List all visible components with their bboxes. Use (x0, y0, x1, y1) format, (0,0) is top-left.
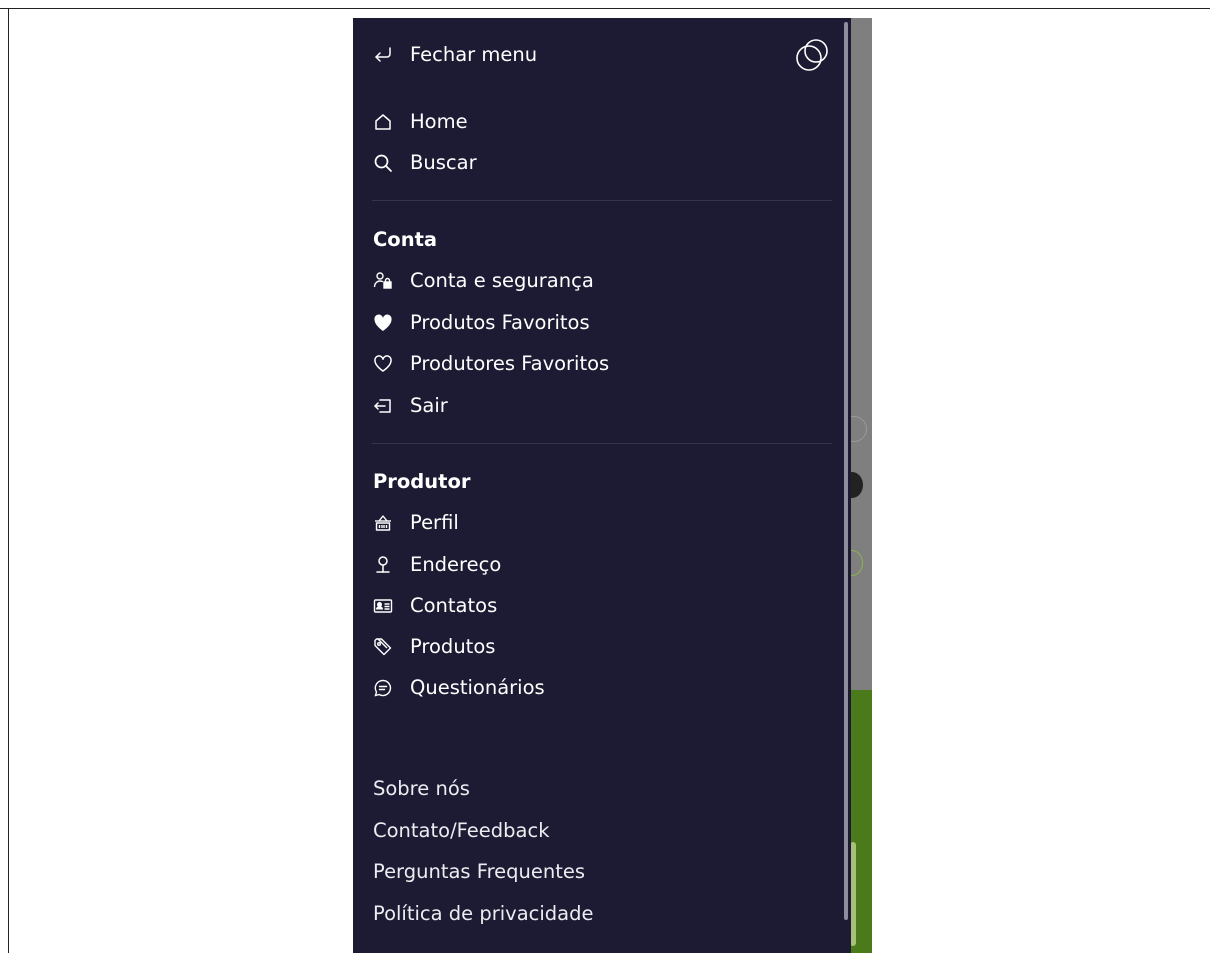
footer-link-contact-feedback[interactable]: Contato/Feedback (373, 816, 550, 846)
map-pin-icon (373, 555, 399, 575)
frame-top-border (0, 8, 1210, 9)
footer-link-about[interactable]: Sobre nós (373, 774, 470, 804)
nav-item-label: Buscar (410, 151, 477, 174)
basket-icon (373, 513, 399, 533)
menu-item-label: Perfil (410, 511, 459, 534)
menu-item-profile[interactable]: Perfil (373, 508, 459, 538)
section-title-account: Conta (373, 228, 438, 251)
menu-item-label: Conta e segurança (410, 269, 594, 292)
menu-item-address[interactable]: Endereço (373, 550, 501, 580)
menu-item-label: Produtos (410, 635, 496, 658)
nav-item-search[interactable]: Buscar (373, 148, 477, 178)
menu-item-products[interactable]: Produtos (373, 632, 495, 662)
logout-icon (373, 396, 399, 416)
menu-item-label: Endereço (410, 553, 502, 576)
footer-link-faq[interactable]: Perguntas Frequentes (373, 857, 585, 887)
nav-item-home[interactable]: Home (373, 107, 468, 137)
footer-link-privacy-policy[interactable]: Política de privacidade (373, 899, 593, 929)
menu-item-label: Produtores Favoritos (410, 352, 610, 375)
close-menu-button[interactable]: Fechar menu (373, 40, 537, 70)
contact-card-icon (373, 596, 399, 616)
menu-item-label: Produtos Favoritos (410, 311, 590, 334)
menu-item-label: Sair (410, 394, 448, 417)
menu-item-contacts[interactable]: Contatos (373, 591, 497, 621)
chat-bubble-icon (373, 678, 399, 698)
heart-outline-icon (373, 354, 399, 374)
menu-item-favorite-products[interactable]: Produtos Favoritos (373, 308, 590, 338)
menu-item-logout[interactable]: Sair (373, 391, 448, 421)
menu-item-favorite-producers[interactable]: Produtores Favoritos (373, 349, 609, 379)
close-menu-label: Fechar menu (410, 43, 538, 66)
app-logo-icon[interactable] (794, 37, 830, 73)
menu-scrollbar[interactable] (844, 22, 848, 920)
nav-item-label: Home (410, 110, 468, 133)
tag-icon (373, 637, 399, 657)
home-icon (373, 112, 399, 132)
return-arrow-icon (373, 45, 399, 65)
section-divider (372, 200, 832, 201)
section-divider (372, 443, 832, 444)
side-menu-drawer: Fechar menu Home Buscar Conta Conta e se… (353, 18, 851, 953)
menu-item-label: Questionários (410, 676, 545, 699)
section-title-producer: Produtor (373, 470, 471, 493)
search-icon (373, 153, 399, 173)
menu-item-questionnaires[interactable]: Questionários (373, 673, 545, 703)
menu-item-label: Contatos (410, 594, 498, 617)
menu-item-account-security[interactable]: Conta e segurança (373, 266, 594, 296)
frame-left-border (8, 8, 9, 953)
user-lock-icon (373, 271, 399, 291)
heart-filled-icon (373, 313, 399, 333)
